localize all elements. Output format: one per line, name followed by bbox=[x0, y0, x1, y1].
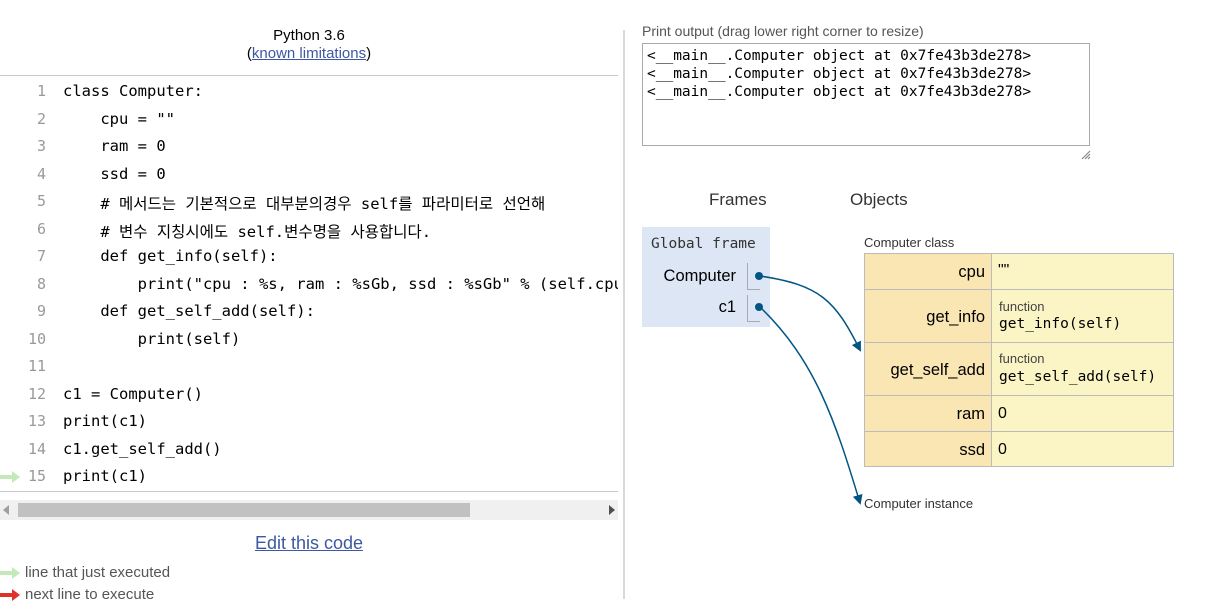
class-row-ssd: ssd 0 bbox=[864, 431, 1174, 467]
line-number: 11 bbox=[27, 357, 46, 375]
green-arrow-icon bbox=[0, 567, 20, 579]
print-output-line: <__main__.Computer object at 0x7fe43b3de… bbox=[647, 84, 1032, 100]
pointer-arrow-computer bbox=[759, 275, 861, 352]
class-row-get-self-add: get_self_add function get_self_add(self) bbox=[864, 342, 1174, 396]
code-text: cpu = "" bbox=[63, 109, 175, 128]
class-row-cpu: cpu "" bbox=[864, 253, 1174, 290]
code-line: 8 print("cpu : %s, ram : %sGb, ssd : %sG… bbox=[0, 271, 618, 298]
class-attr-value: "" bbox=[998, 262, 1010, 279]
class-attr-key: ram bbox=[956, 405, 985, 423]
objects-header: Objects bbox=[850, 190, 908, 209]
line-number: 12 bbox=[27, 384, 46, 403]
function-tag: function bbox=[999, 351, 1045, 366]
pane-splitter[interactable] bbox=[623, 30, 625, 599]
computer-class-label: Computer class bbox=[864, 235, 955, 250]
code-text: print(c1) bbox=[63, 467, 147, 485]
print-output-line: <__main__.Computer object at 0x7fe43b3de… bbox=[647, 48, 1032, 64]
line-number: 8 bbox=[36, 274, 46, 293]
scrollbar-thumb[interactable] bbox=[18, 503, 470, 517]
line-number: 15 bbox=[27, 467, 46, 485]
code-line: 4 ssd = 0 bbox=[0, 161, 618, 188]
code-line: 14 c1.get_self_add() bbox=[0, 436, 618, 463]
code-line: 6 # 변수 지칭시에도 self.변수명을 사용합니다. bbox=[0, 216, 618, 243]
resize-grip-icon[interactable] bbox=[1081, 150, 1091, 160]
line-number: 3 bbox=[36, 137, 46, 155]
frame-var-c1: c1 bbox=[718, 298, 736, 316]
code-line: 3 ram = 0 bbox=[0, 133, 618, 160]
function-signature: get_info(self) bbox=[999, 316, 1122, 332]
line-number: 10 bbox=[27, 329, 46, 348]
code-line: 9 def get_self_add(self): bbox=[0, 298, 618, 325]
code-text: # 변수 지칭시에도 self.변수명을 사용합니다. bbox=[63, 222, 432, 241]
class-attr-value: 0 bbox=[998, 405, 1007, 422]
class-row-get-info: get_info function get_info(self) bbox=[864, 289, 1174, 343]
computer-class-table: cpu "" get_info function get_info(self) … bbox=[864, 253, 1174, 467]
global-frame-label: Global frame bbox=[651, 236, 756, 252]
code-text: def get_self_add(self): bbox=[63, 302, 315, 320]
code-text: print("cpu : %s, ram : %sGb, ssd : %sGb"… bbox=[63, 274, 618, 293]
line-number: 1 bbox=[36, 82, 46, 100]
code-text: ram = 0 bbox=[63, 137, 166, 155]
code-text: print(c1) bbox=[63, 412, 147, 430]
code-text: ssd = 0 bbox=[63, 164, 166, 183]
function-tag: function bbox=[999, 299, 1045, 314]
current-line-arrow-icon bbox=[0, 471, 20, 483]
class-attr-key: ssd bbox=[959, 441, 985, 459]
class-attr-key: get_info bbox=[926, 308, 985, 326]
line-number: 9 bbox=[36, 302, 46, 320]
code-line: 5 # 메서드는 기본적으로 대부분의경우 self를 파라미터로 선언해 bbox=[0, 188, 618, 215]
code-text: c1 = Computer() bbox=[63, 384, 203, 403]
pointer-arrow-c1 bbox=[759, 306, 863, 505]
known-limitations-link[interactable]: known limitations bbox=[252, 45, 366, 62]
code-line: 11 bbox=[0, 353, 618, 380]
language-title: Python 3.6 bbox=[273, 27, 345, 44]
class-attr-key: get_self_add bbox=[890, 361, 986, 379]
code-line: 2 cpu = "" bbox=[0, 106, 618, 133]
pointer-dot-icon bbox=[755, 272, 763, 280]
line-number: 6 bbox=[36, 219, 46, 238]
line-number: 7 bbox=[36, 247, 46, 265]
edit-code-link[interactable]: Edit this code bbox=[0, 533, 618, 554]
code-top-divider bbox=[0, 75, 618, 76]
code-text: def get_info(self): bbox=[63, 247, 278, 265]
computer-instance-label: Computer instance bbox=[864, 496, 974, 511]
code-bottom-divider bbox=[0, 491, 618, 492]
line-number: 2 bbox=[36, 109, 46, 128]
function-signature: get_self_add(self) bbox=[999, 369, 1157, 385]
class-attr-key: cpu bbox=[958, 263, 985, 281]
code-line: 13 print(c1) bbox=[0, 408, 618, 435]
class-row-ram: ram 0 bbox=[864, 395, 1174, 432]
frame-var-computer: Computer bbox=[663, 267, 736, 285]
line-number: 4 bbox=[36, 164, 46, 183]
code-display: 1 class Computer: 2 cpu = "" 3 ram = 0 4 … bbox=[0, 78, 618, 490]
line-number: 5 bbox=[36, 192, 46, 210]
pointer-dot-icon bbox=[755, 303, 763, 311]
frames-header: Frames bbox=[709, 190, 767, 209]
scroll-right-arrow-icon[interactable] bbox=[609, 505, 615, 515]
code-line: 7 def get_info(self): bbox=[0, 243, 618, 270]
print-output-label: Print output (drag lower right corner to… bbox=[642, 23, 924, 39]
code-text: class Computer: bbox=[63, 82, 203, 100]
red-arrow-icon bbox=[0, 589, 20, 601]
code-text: print(self) bbox=[63, 329, 241, 348]
line-number: 14 bbox=[27, 439, 46, 458]
code-text: # 메서드는 기본적으로 대부분의경우 self를 파라미터로 선언해 bbox=[63, 195, 546, 213]
code-line: 12 c1 = Computer() bbox=[0, 381, 618, 408]
class-attr-value: 0 bbox=[998, 441, 1007, 458]
code-line: 10 print(self) bbox=[0, 326, 618, 353]
limitations-line: (known limitations) bbox=[246, 45, 372, 62]
print-output-line: <__main__.Computer object at 0x7fe43b3de… bbox=[647, 66, 1032, 82]
line-number: 13 bbox=[27, 412, 46, 430]
code-line-current: 15 print(c1) bbox=[0, 463, 618, 490]
print-output-box[interactable]: <__main__.Computer object at 0x7fe43b3de… bbox=[642, 43, 1090, 146]
code-line: 1 class Computer: bbox=[0, 78, 618, 105]
scroll-left-arrow-icon[interactable] bbox=[3, 505, 9, 515]
code-text: c1.get_self_add() bbox=[63, 439, 222, 458]
